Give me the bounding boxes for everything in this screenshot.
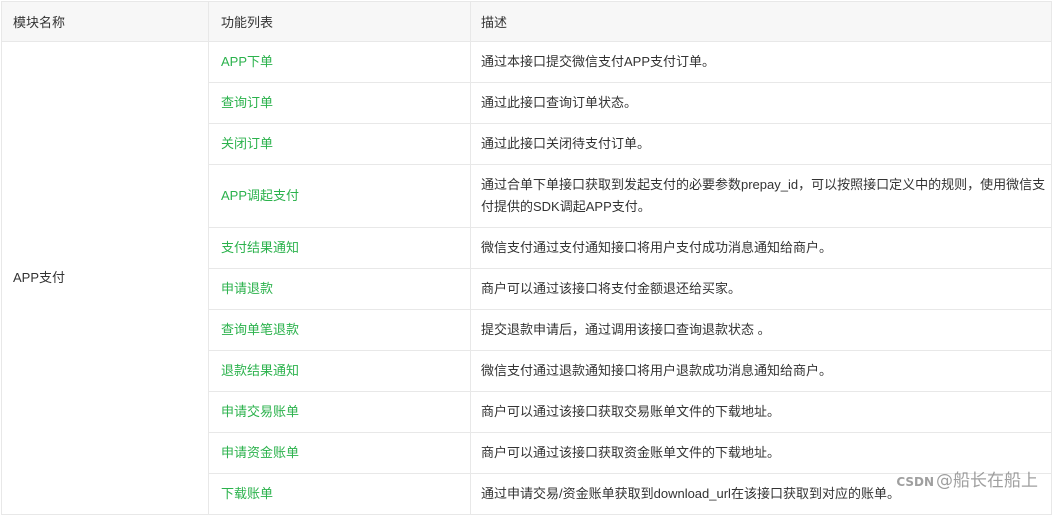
feature-description: 通过此接口查询订单状态。 (470, 82, 1052, 124)
feature-description: 商户可以通过该接口将支付金额退还给买家。 (470, 268, 1052, 310)
feature-link[interactable]: 支付结果通知 (208, 227, 471, 269)
feature-link[interactable]: 查询订单 (208, 82, 471, 124)
watermark: CSDN @船长在船上 (896, 466, 1038, 491)
header-module-name: 模块名称 (1, 1, 209, 42)
feature-link[interactable]: 申请资金账单 (208, 432, 471, 474)
feature-description: 通过本接口提交微信支付APP支付订单。 (470, 41, 1052, 83)
api-feature-table: 模块名称 功能列表 描述 APP支付 APP下单 通过本接口提交微信支付APP支… (1, 1, 1052, 515)
feature-link[interactable]: 查询单笔退款 (208, 309, 471, 351)
watermark-brand: CSDN (896, 475, 934, 489)
table-header-row: 模块名称 功能列表 描述 (1, 1, 1052, 42)
feature-link[interactable]: 申请交易账单 (208, 391, 471, 433)
feature-link[interactable]: 申请退款 (208, 268, 471, 310)
feature-link[interactable]: 下载账单 (208, 473, 471, 515)
feature-link[interactable]: 关闭订单 (208, 123, 471, 165)
feature-description: 通过此接口关闭待支付订单。 (470, 123, 1052, 165)
feature-description: 提交退款申请后，通过调用该接口查询退款状态 。 (470, 309, 1052, 351)
watermark-author: @船长在船上 (936, 471, 1038, 491)
table-row: APP支付 APP下单 通过本接口提交微信支付APP支付订单。 (1, 41, 1052, 515)
feature-link[interactable]: APP调起支付 (208, 164, 471, 228)
feature-description: 商户可以通过该接口获取交易账单文件的下载地址。 (470, 391, 1052, 433)
feature-description: 微信支付通过退款通知接口将用户退款成功消息通知给商户。 (470, 350, 1052, 392)
header-description: 描述 (470, 1, 1052, 42)
feature-link[interactable]: APP下单 (208, 41, 471, 83)
feature-description: 微信支付通过支付通知接口将用户支付成功消息通知给商户。 (470, 227, 1052, 269)
feature-link[interactable]: 退款结果通知 (208, 350, 471, 392)
feature-description: 通过合单下单接口获取到发起支付的必要参数prepay_id，可以按照接口定义中的… (470, 164, 1052, 228)
module-cell: APP支付 (1, 41, 209, 515)
header-feature-list: 功能列表 (208, 1, 471, 42)
